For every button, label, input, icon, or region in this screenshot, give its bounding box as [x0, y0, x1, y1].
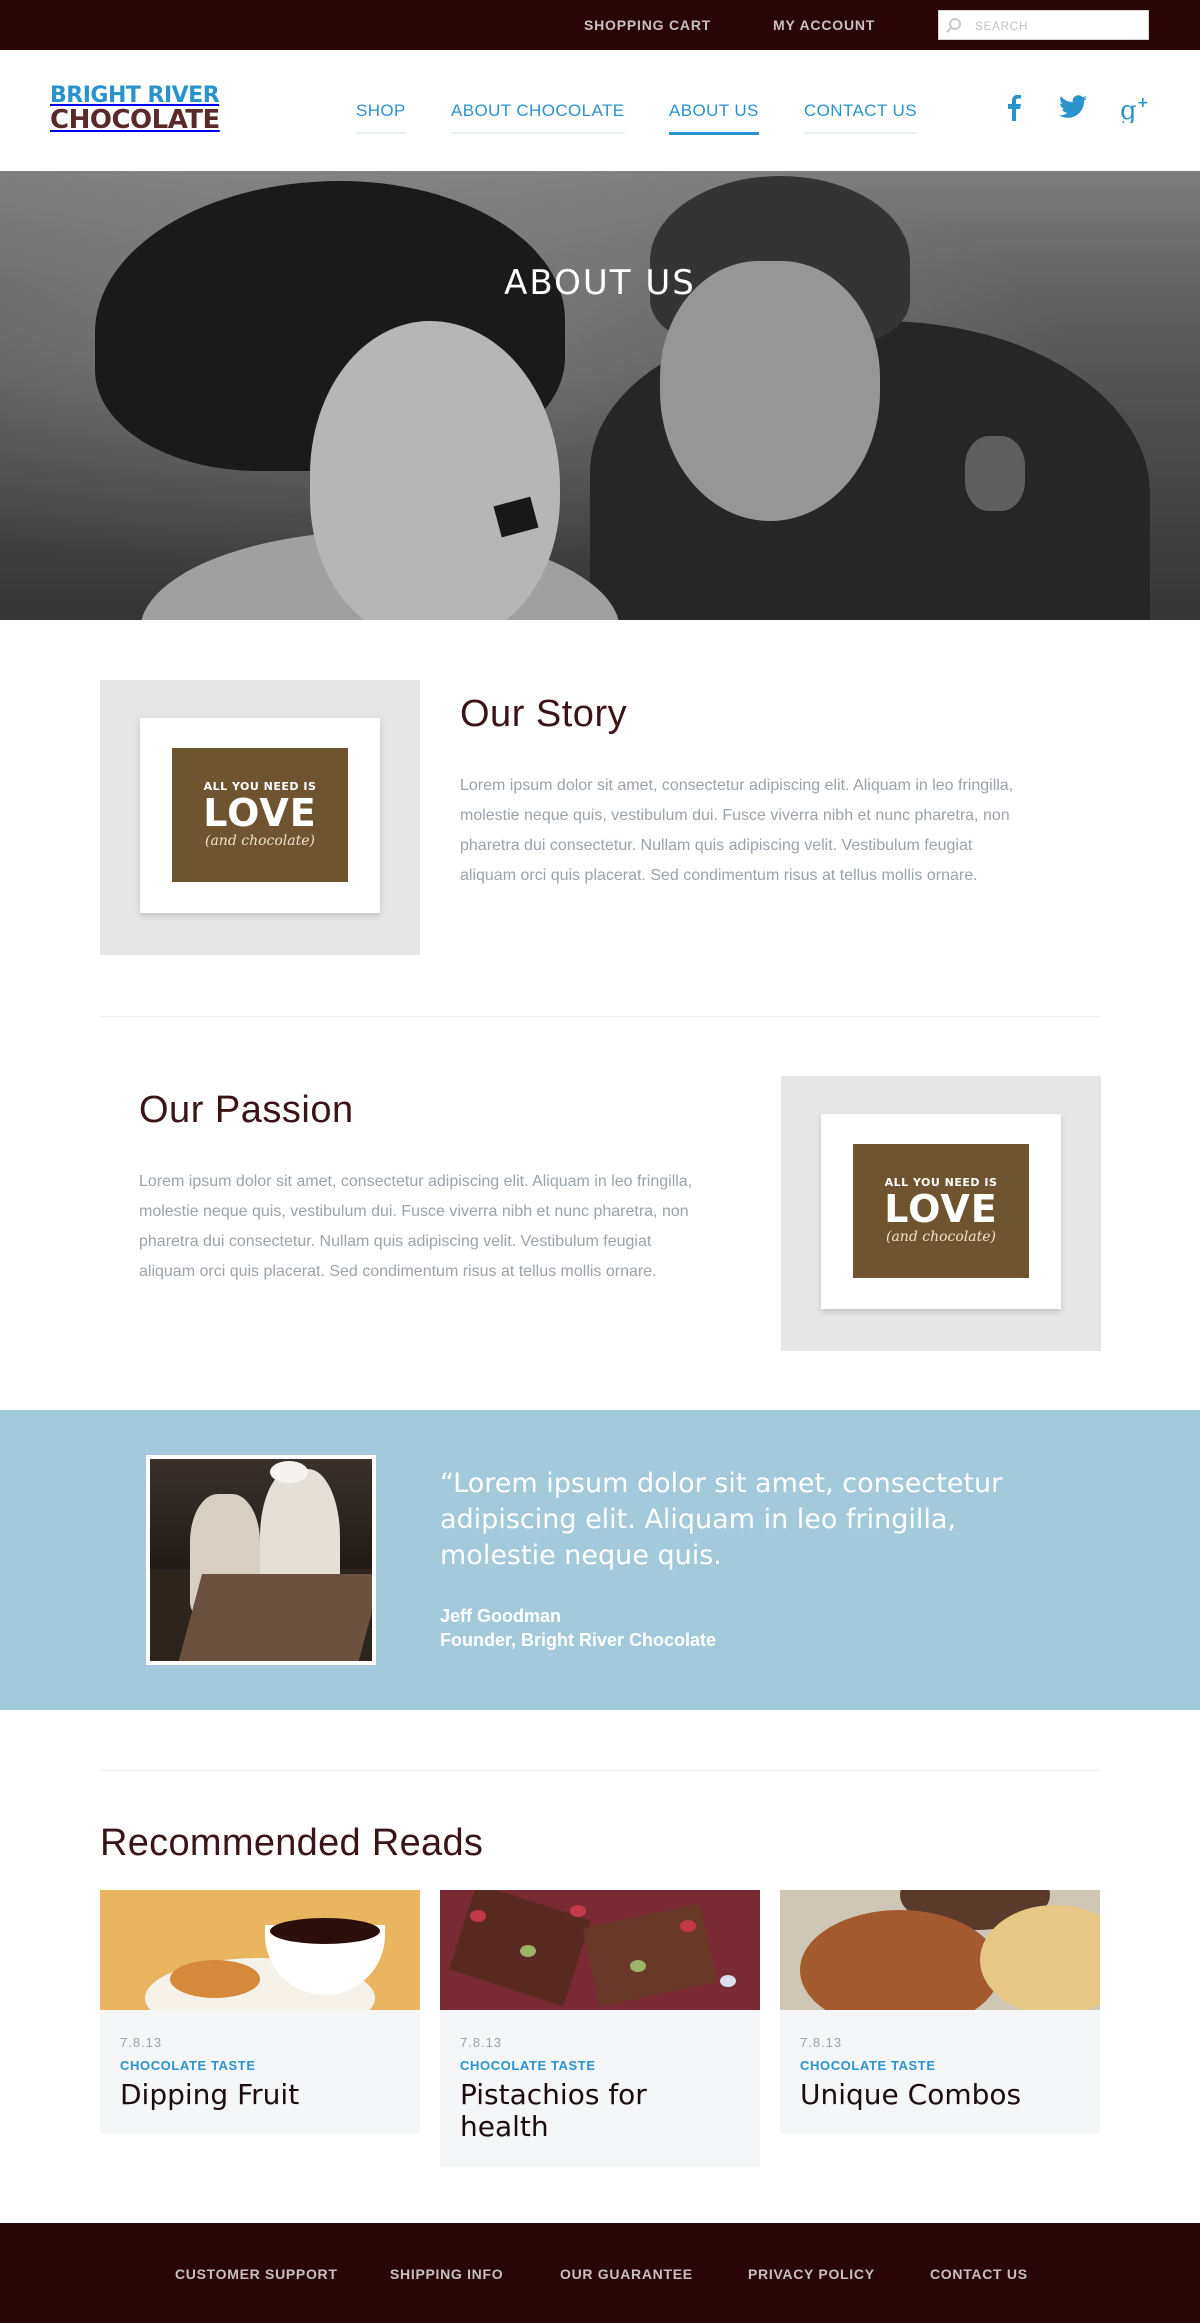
footer-contact-us[interactable]: CONTACT US	[930, 2266, 1028, 2282]
twitter-icon[interactable]	[1058, 95, 1088, 125]
thumb-detail	[582, 1903, 718, 2007]
passion-body: Lorem ipsum dolor sit amet, consectetur …	[139, 1173, 693, 1280]
thumb-detail	[720, 1975, 736, 1987]
footer-shipping-info[interactable]: SHIPPING INFO	[390, 2266, 503, 2282]
logo-line-2: CHOCOLATE	[50, 105, 220, 135]
card-title: Dipping Fruit	[120, 2078, 300, 2111]
testimonial-quote: “Lorem ipsum dolor sit amet, consectetur…	[440, 1468, 1003, 1571]
card-title: Pistachios for health	[460, 2078, 647, 2143]
thumb-detail	[520, 1945, 536, 1957]
passion-image: ALL YOU NEED IS LOVE (and chocolate)	[781, 1076, 1101, 1351]
story-image: ALL YOU NEED IS LOVE (and chocolate)	[100, 680, 420, 955]
card-date: 7.8.13	[460, 2035, 503, 2050]
card-thumbnail	[100, 1890, 420, 2010]
footer-customer-support[interactable]: CUSTOMER SUPPORT	[175, 2266, 338, 2282]
facebook-icon[interactable]	[999, 95, 1029, 125]
read-card-dipping-fruit[interactable]: 7.8.13 CHOCOLATE TASTE Dipping Fruit	[100, 1890, 420, 2134]
thumb-detail	[470, 1910, 486, 1922]
picture-frame: ALL YOU NEED IS LOVE (and chocolate)	[140, 718, 380, 913]
hero-banner: ABOUT US	[0, 171, 1200, 620]
site-header: BRIGHT RIVER CHOCOLATE SHOP ABOUT CHOCOL…	[0, 50, 1200, 171]
testimonial-section: “Lorem ipsum dolor sit amet, consectetur…	[0, 1410, 1200, 1710]
recommended-reads-title: Recommended Reads	[100, 1822, 484, 1864]
thumb-detail	[680, 1920, 696, 1932]
nav-shop[interactable]: SHOP	[356, 101, 406, 134]
page-title: ABOUT US	[504, 263, 696, 303]
top-bar: SHOPPING CART MY ACCOUNT	[0, 0, 1200, 50]
card-category: CHOCOLATE TASTE	[800, 2058, 936, 2073]
nav-about-us[interactable]: ABOUT US	[669, 101, 759, 135]
search-input[interactable]	[975, 17, 1140, 35]
shopping-cart-link[interactable]: SHOPPING CART	[584, 17, 711, 33]
search-box[interactable]	[938, 10, 1149, 40]
thumb-detail	[270, 1918, 380, 1944]
footer-privacy-policy[interactable]: PRIVACY POLICY	[748, 2266, 875, 2282]
love-print: ALL YOU NEED IS LOVE (and chocolate)	[172, 748, 348, 882]
nav-about-chocolate[interactable]: ABOUT CHOCOLATE	[451, 101, 625, 134]
print-line-3: (and chocolate)	[886, 1229, 996, 1245]
testimonial-author: Jeff Goodman Founder, Bright River Choco…	[440, 1604, 716, 1652]
brand-logo[interactable]: BRIGHT RIVER CHOCOLATE	[50, 85, 270, 135]
svg-text:+: +	[1137, 95, 1149, 111]
section-divider	[100, 1770, 1100, 1771]
card-thumbnail	[440, 1890, 760, 2010]
photo-detail	[177, 1574, 372, 1661]
nav-contact-us[interactable]: CONTACT US	[804, 101, 917, 134]
read-card-pistachios[interactable]: 7.8.13 CHOCOLATE TASTE Pistachios for he…	[440, 1890, 760, 2167]
card-date: 7.8.13	[800, 2035, 843, 2050]
card-category: CHOCOLATE TASTE	[460, 2058, 596, 2073]
thumb-detail	[570, 1905, 586, 1917]
print-line-2: LOVE	[203, 791, 317, 835]
site-footer: CUSTOMER SUPPORT SHIPPING INFO OUR GUARA…	[0, 2223, 1200, 2323]
photo-detail	[270, 1461, 308, 1483]
story-body: Lorem ipsum dolor sit amet, consectetur …	[460, 777, 1014, 884]
passion-title: Our Passion	[139, 1089, 354, 1131]
print-line-2: LOVE	[884, 1187, 998, 1231]
card-thumbnail	[780, 1890, 1100, 2010]
footer-our-guarantee[interactable]: OUR GUARANTEE	[560, 2266, 693, 2282]
card-date: 7.8.13	[120, 2035, 163, 2050]
card-title: Unique Combos	[800, 2078, 1022, 2111]
love-print: ALL YOU NEED IS LOVE (and chocolate)	[853, 1144, 1029, 1278]
search-icon[interactable]	[949, 18, 961, 30]
story-title: Our Story	[460, 693, 628, 735]
logo-line-1: BRIGHT RIVER	[50, 83, 220, 108]
founder-photo	[146, 1455, 376, 1665]
my-account-link[interactable]: MY ACCOUNT	[773, 17, 875, 33]
thumb-detail	[630, 1960, 646, 1972]
svg-text:g: g	[1120, 96, 1137, 123]
section-divider	[100, 1016, 1100, 1017]
google-plus-icon[interactable]: g +	[1120, 95, 1150, 125]
print-line-3: (and chocolate)	[205, 833, 315, 849]
picture-frame: ALL YOU NEED IS LOVE (and chocolate)	[821, 1114, 1061, 1309]
thumb-detail	[170, 1960, 260, 1998]
author-title: Founder, Bright River Chocolate	[440, 1630, 717, 1650]
author-name: Jeff Goodman	[440, 1606, 562, 1626]
read-card-unique-combos[interactable]: 7.8.13 CHOCOLATE TASTE Unique Combos	[780, 1890, 1100, 2134]
card-category: CHOCOLATE TASTE	[120, 2058, 256, 2073]
hero-overlay	[0, 171, 1200, 620]
